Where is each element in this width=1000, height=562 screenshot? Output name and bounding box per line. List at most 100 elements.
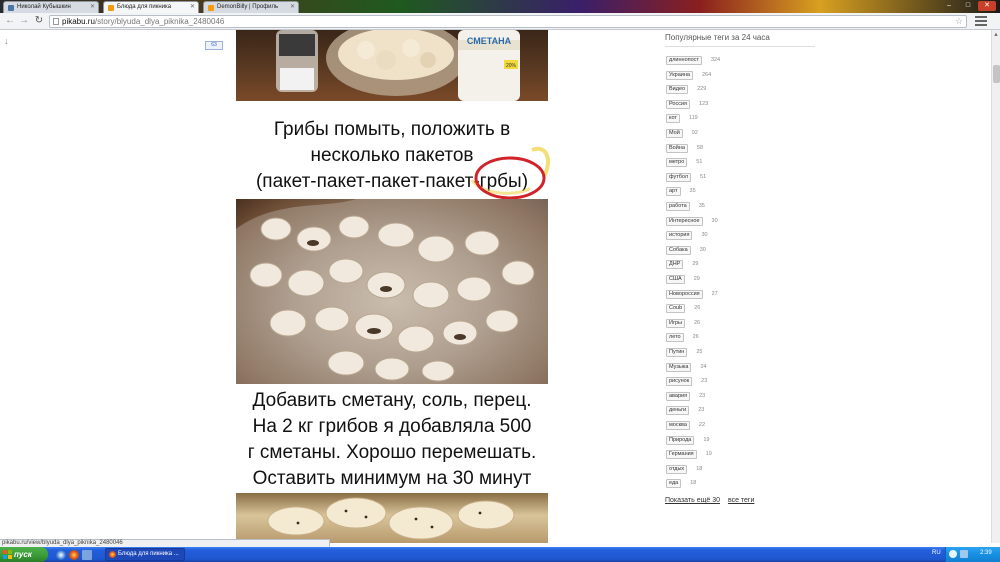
tag-link[interactable]: москва <box>666 421 690 430</box>
tag-link[interactable]: футбол <box>666 172 692 182</box>
tag-link[interactable]: еда <box>666 479 682 489</box>
ie-quicklaunch-icon[interactable] <box>56 550 66 560</box>
scroll-arrow-icon[interactable]: ↓ <box>4 36 9 46</box>
tag-link[interactable]: деньги <box>666 406 690 416</box>
tag-row: Украина 264 <box>666 70 711 81</box>
tab-close-icon[interactable]: ✕ <box>90 2 95 13</box>
jar-label: СМЕТАНА <box>467 36 512 46</box>
tag-link[interactable]: история <box>666 231 693 241</box>
tag-link[interactable]: Собака <box>666 245 691 255</box>
tag-link[interactable]: Германия <box>666 450 697 460</box>
tag-count: 26 <box>692 334 699 341</box>
tag-row: еда 18 <box>666 479 696 489</box>
tab-title: DemonBilly | Профиль <box>217 4 279 10</box>
tab-close-icon[interactable]: ✕ <box>290 2 295 13</box>
close-window-button[interactable]: ✕ <box>978 1 996 11</box>
tag-link[interactable]: Новороссия <box>666 289 703 299</box>
tag-count: 29 <box>692 261 699 268</box>
chrome-icon <box>109 551 116 558</box>
share-widget[interactable]: 63 <box>205 41 223 50</box>
tag-row: Интересное 30 <box>666 216 718 227</box>
tag-row: Coub 26 <box>666 304 700 314</box>
tag-link[interactable]: Интересное <box>666 216 703 226</box>
tag-row: отдых 18 <box>666 464 702 475</box>
tag-row: авария 23 <box>666 391 705 402</box>
tag-link[interactable]: работа <box>666 202 690 211</box>
tag-link[interactable]: рисунок <box>666 377 693 387</box>
tag-link[interactable]: Путин <box>666 348 688 357</box>
popular-tags-title: Популярные теги за 24 часа <box>665 33 770 42</box>
mushrooms-illustration <box>236 199 548 384</box>
tab-nikolay[interactable]: Николай Кубышкин ✕ <box>3 1 99 13</box>
bookmark-star-icon[interactable]: ☆ <box>955 16 963 27</box>
tag-link[interactable]: отдых <box>666 464 688 474</box>
network-icon[interactable] <box>949 550 957 558</box>
photo-mushrooms-in-bag <box>236 199 548 384</box>
tag-row: Игры 26 <box>666 318 700 329</box>
all-tags-link[interactable]: все теги <box>728 497 754 504</box>
taskbar-item-browser[interactable]: Блюда для пикника ... <box>105 548 185 561</box>
step-2-line-2: На 2 кг грибов я добавляла 500 <box>252 416 532 437</box>
tag-link[interactable]: Украина <box>666 70 693 80</box>
reload-button[interactable]: ↻ <box>33 15 45 27</box>
volume-icon[interactable] <box>960 550 968 558</box>
start-button[interactable]: пуск <box>0 547 48 562</box>
tag-link[interactable]: Видео <box>666 85 689 95</box>
tag-link[interactable]: Природа <box>666 435 695 445</box>
browser-tab-strip: Николай Кубышкин ✕ Блюда для пикника ✕ D… <box>0 0 1000 13</box>
address-bar[interactable]: pikabu.ru/story/blyuda_dlya_piknika_2480… <box>49 15 967 28</box>
tag-row: рисунок 23 <box>666 377 707 387</box>
tag-link[interactable]: Музыка <box>666 362 692 372</box>
tag-row: метро 51 <box>666 158 702 168</box>
tag-link[interactable]: Россия <box>666 99 691 109</box>
scroll-thumb[interactable] <box>993 65 1000 83</box>
tag-link[interactable]: ДНР <box>666 260 684 270</box>
forward-button[interactable]: → <box>18 15 30 27</box>
chrome-menu-icon[interactable] <box>975 16 987 27</box>
maximize-button[interactable]: □ <box>959 1 977 11</box>
windows-taskbar: пуск Блюда для пикника ... RU 2:39 <box>0 547 1000 562</box>
tag-link[interactable]: авария <box>666 391 691 401</box>
tab-close-icon[interactable]: ✕ <box>190 2 195 13</box>
tag-count: 24 <box>700 363 707 370</box>
tag-count: 19 <box>705 451 712 458</box>
show-more-tags-link[interactable]: Показать ещё 30 <box>665 497 720 504</box>
windows-flag-icon <box>3 550 12 559</box>
tag-link[interactable]: метро <box>666 158 688 168</box>
chrome-quicklaunch-icon[interactable] <box>69 550 79 560</box>
tag-row: работа 35 <box>666 202 705 212</box>
tag-row: Музыка 24 <box>666 362 707 373</box>
tag-count: 229 <box>697 86 707 93</box>
tag-link[interactable]: Мой <box>666 129 683 138</box>
browser-toolbar: ← → ↻ pikabu.ru/story/blyuda_dlya_piknik… <box>0 13 1000 30</box>
tag-link[interactable]: арт <box>666 187 681 197</box>
tag-row: Природа 19 <box>666 435 709 446</box>
tag-count: 22 <box>698 422 706 428</box>
minimize-button[interactable]: – <box>940 1 958 11</box>
tag-link[interactable]: длиннопост <box>666 56 702 65</box>
tag-link[interactable]: Coub <box>666 304 686 314</box>
tab-title: Блюда для пикника <box>117 4 172 10</box>
tag-link[interactable]: лето <box>666 333 684 343</box>
tag-count: 35 <box>698 203 705 209</box>
tag-link[interactable]: кот <box>666 114 680 124</box>
divider <box>665 46 815 47</box>
language-indicator[interactable]: RU <box>932 550 941 556</box>
tag-link[interactable]: Война <box>666 143 688 153</box>
taskbar-clock: 2:39 <box>980 550 992 556</box>
tab-bluda[interactable]: Блюда для пикника ✕ <box>103 1 199 13</box>
tag-count: 119 <box>688 115 698 122</box>
tag-row: Новороссия 27 <box>666 289 718 300</box>
marinade-illustration <box>267 497 515 540</box>
tab-demonbilly[interactable]: DemonBilly | Профиль ✕ <box>203 1 299 13</box>
tag-link[interactable]: США <box>666 275 685 284</box>
tag-row: Война 58 <box>666 143 703 154</box>
scroll-up-icon[interactable]: ▲ <box>993 32 999 38</box>
recipe-step-2: Добавить сметану, соль, перец. На 2 кг г… <box>236 388 548 492</box>
tag-link[interactable]: Игры <box>666 318 685 328</box>
page-scrollbar[interactable]: ▲ <box>991 30 1000 543</box>
show-desktop-icon[interactable] <box>82 550 92 560</box>
tag-row: Собака 30 <box>666 245 706 256</box>
back-button[interactable]: ← <box>4 15 16 27</box>
tag-count: 18 <box>690 480 697 487</box>
